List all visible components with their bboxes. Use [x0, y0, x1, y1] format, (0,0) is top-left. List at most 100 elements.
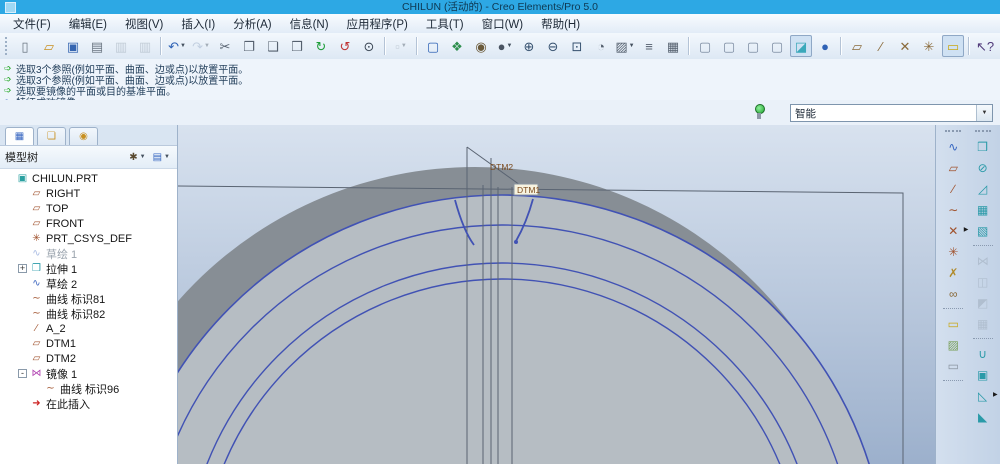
tree-item[interactable]: ∼ 曲线 标识96 [0, 381, 177, 396]
expander-plus-icon[interactable]: + [18, 264, 27, 273]
context-help-button[interactable]: ↖? [974, 35, 996, 57]
tree-item[interactable]: ▣ CHILUN.PRT [0, 171, 177, 186]
tree-show-button[interactable]: ▤ ▼ [151, 151, 172, 164]
round-tool-button[interactable]: ◣ [971, 406, 995, 427]
graphics-viewport[interactable]: DTM2 DTM1 [91, 125, 935, 464]
menu-item-n[interactable]: 信息(N) [281, 14, 338, 34]
datum-planes-display-button[interactable]: ▢ [694, 35, 716, 57]
print-button[interactable]: ▤ [86, 35, 108, 57]
tree-item[interactable]: ▱ TOP [0, 201, 177, 216]
save-file-button[interactable]: ▣ [62, 35, 84, 57]
datum-points-display-button[interactable]: ▢ [742, 35, 764, 57]
model-tree-tab[interactable]: ▦ [5, 127, 34, 145]
csys-tag-display-button[interactable]: ✳ [918, 35, 940, 57]
point-tag-display-button[interactable]: ✕ [894, 35, 916, 57]
offset-point-tool-button[interactable]: ✗ [941, 262, 965, 283]
favorites-tab[interactable]: ◉ [69, 127, 98, 145]
tree-item[interactable]: ∿ 草绘 1 [0, 246, 177, 261]
toolbar-drag-handle[interactable] [5, 37, 10, 55]
sweep-tool-button[interactable]: ◿ [971, 178, 995, 199]
zoom-in-button[interactable]: ⊕ [518, 35, 540, 57]
datum-axes-display-button[interactable]: ▢ [718, 35, 740, 57]
style-tool-button[interactable]: ▧ [971, 220, 995, 241]
repaint-button[interactable]: ▢ [422, 35, 444, 57]
dropdown-arrow-icon[interactable]: ▼ [506, 43, 512, 49]
toolbar-drag-handle[interactable] [945, 130, 962, 132]
paste-special-button[interactable]: ❒ [286, 35, 308, 57]
new-file-button[interactable]: ▯ [14, 35, 36, 57]
datum-csys-display-button[interactable]: ▢ [766, 35, 788, 57]
tree-item[interactable]: ▱ FRONT [0, 216, 177, 231]
datum-csys-tool-button[interactable]: ✳ [941, 241, 965, 262]
dtm2-label[interactable]: DTM2 [490, 162, 513, 172]
tree-item[interactable]: ▱ DTM1 [0, 336, 177, 351]
boundary-blend-tool-button[interactable]: ▦ [971, 199, 995, 220]
view-manager-button[interactable]: ▦ [662, 35, 684, 57]
menu-item-a[interactable]: 分析(A) [224, 14, 280, 34]
dropdown-arrow-icon[interactable]: ▼ [629, 43, 635, 49]
dropdown-arrow-icon[interactable]: ▼ [180, 43, 186, 49]
revolve-tool-button[interactable]: ⊘ [971, 157, 995, 178]
tree-item[interactable]: - ⋈ 镜像 1 [0, 366, 177, 381]
regenerate-manager-button[interactable]: ↺ [334, 35, 356, 57]
tree-item[interactable]: ✳ PRT_CSYS_DEF [0, 231, 177, 246]
datum-curve-tool-button[interactable]: ∼ [941, 199, 965, 220]
tree-item[interactable]: ∼ 曲线 标识81 [0, 291, 177, 306]
find-button[interactable]: ⊙ [358, 35, 380, 57]
menu-item-e[interactable]: 编辑(E) [60, 14, 116, 34]
tree-item[interactable]: ∕ A_2 [0, 321, 177, 336]
menu-item-p[interactable]: 应用程序(P) [338, 14, 417, 34]
datum-point-tool-button[interactable]: ✕ ▶ [941, 220, 968, 241]
layers-button[interactable]: ≡ [638, 35, 660, 57]
plane-tag-display-button[interactable]: ▱ [846, 35, 868, 57]
menu-item-v[interactable]: 视图(V) [116, 14, 172, 34]
open-file-button[interactable]: ▱ [38, 35, 60, 57]
tree-item[interactable]: ▱ DTM2 [0, 351, 177, 366]
saved-views-button[interactable]: ▨ ▼ [614, 35, 636, 57]
selection-filter-dropdown-button[interactable]: ▼ [976, 105, 992, 121]
menu-item-w[interactable]: 窗口(W) [473, 14, 533, 34]
datum-plane-tool-button[interactable]: ▱ [941, 157, 965, 178]
menu-item-t[interactable]: 工具(T) [417, 14, 473, 34]
draft-tool-button[interactable]: ◺ ▶ [971, 385, 998, 406]
geometric-tolerance-tool-button[interactable]: ▭ [941, 355, 965, 376]
datum-axis-tool-button[interactable]: ∕ [941, 178, 965, 199]
layer-tree-tab[interactable]: ❏ [37, 127, 66, 145]
axis-tag-display-button[interactable]: ∕ [870, 35, 892, 57]
annotation-display-button[interactable]: ▭ [942, 35, 964, 57]
paste-button[interactable]: ❑ [262, 35, 284, 57]
display-style-button[interactable]: ● ▼ [494, 35, 516, 57]
regenerate-button[interactable]: ↻ [310, 35, 332, 57]
cut-button[interactable]: ✂ [214, 35, 236, 57]
extrude-tool-button[interactable]: ❒ [971, 136, 995, 157]
curve-vertex-point[interactable] [514, 240, 518, 244]
shading-display-button[interactable]: ◪ [790, 35, 812, 57]
surface-finish-tool-button[interactable]: ▨ [941, 334, 965, 355]
selection-filter-combobox[interactable]: 智能 ▼ [790, 104, 993, 122]
tree-item[interactable]: ▱ RIGHT [0, 186, 177, 201]
menu-item-i[interactable]: 插入(I) [172, 14, 224, 34]
refit-button[interactable]: ⊡ [566, 35, 588, 57]
expander-minus-icon[interactable]: - [18, 369, 27, 378]
flyout-arrow-icon[interactable]: ▶ [964, 227, 969, 233]
tree-item[interactable]: ∿ 草绘 2 [0, 276, 177, 291]
reorient-view-button[interactable]: ◔ [590, 35, 612, 57]
graphics-canvas[interactable]: DTM2 DTM1 [91, 125, 935, 464]
note-tool-button[interactable]: ▭ [941, 313, 965, 334]
spin-center-mode-button[interactable]: ❖ [446, 35, 468, 57]
shell-tool-button[interactable]: ∪ [971, 343, 995, 364]
zoom-out-button[interactable]: ⊖ [542, 35, 564, 57]
orient-mode-button[interactable]: ◉ [470, 35, 492, 57]
undo-button[interactable]: ↶ ▼ [166, 35, 188, 57]
dtm1-label[interactable]: DTM1 [517, 185, 540, 195]
sketch-tool-button[interactable]: ∿ [941, 136, 965, 157]
datum-target-tool-button[interactable]: ∞ [941, 283, 965, 304]
menu-item-f[interactable]: 文件(F) [4, 14, 60, 34]
rib-tool-button[interactable]: ▣ [971, 364, 995, 385]
tree-item[interactable]: + ❒ 拉伸 1 [0, 261, 177, 276]
tree-item[interactable]: ∼ 曲线 标识82 [0, 306, 177, 321]
spin-center-display-button[interactable]: ● [814, 35, 836, 57]
tree-settings-button[interactable]: ✱ ▼ [127, 151, 147, 164]
tree-item[interactable]: ➜ 在此插入 [0, 396, 177, 411]
flyout-arrow-icon[interactable]: ▶ [993, 392, 998, 398]
